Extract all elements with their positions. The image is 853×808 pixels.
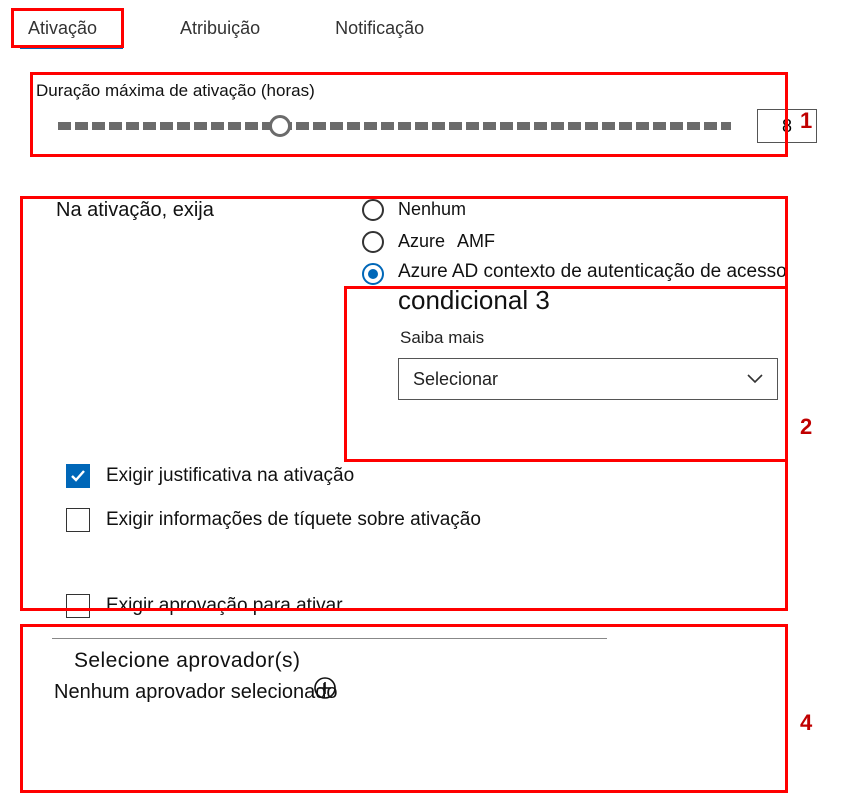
- duration-input[interactable]: [757, 109, 817, 143]
- activation-require-label: Na ativação, exija: [56, 197, 362, 408]
- select-placeholder: Selecionar: [413, 369, 498, 390]
- plus-icon[interactable]: [314, 677, 336, 699]
- tab-strip: Ativação Atribuição Notificação: [20, 10, 833, 47]
- checkbox-justification[interactable]: [66, 464, 90, 488]
- radio-item-aad[interactable]: Azure AD contexto de autenticação de ace…: [362, 261, 817, 400]
- approval-section: Exigir aprovação para ativar Selecione a…: [20, 582, 833, 716]
- checkbox-list: Exigir justificativa na ativação Exigir …: [66, 464, 817, 532]
- radio-label-aad-line1: Azure AD contexto de autenticação de ace…: [398, 261, 811, 283]
- checkbox-ticket[interactable]: [66, 508, 90, 532]
- check-icon: [70, 468, 86, 484]
- radio-item-none[interactable]: Nenhum: [362, 197, 817, 221]
- checkbox-label-justification: Exigir justificativa na ativação: [106, 465, 354, 487]
- radio-label-none: Nenhum: [398, 199, 466, 220]
- duration-section: Duração máxima de ativação (horas): [20, 71, 833, 161]
- radio-item-amf[interactable]: Azure AMF: [362, 229, 817, 253]
- activation-require-section: Na ativação, exija Nenhum Azure AMF Azur…: [20, 175, 833, 568]
- tab-assignment[interactable]: Atribuição: [168, 10, 278, 47]
- approver-none-row: Nenhum aprovador selecionado: [54, 681, 817, 704]
- radio-label-amf: Azure AMF: [398, 231, 495, 252]
- chevron-down-icon: [747, 374, 763, 384]
- checkbox-label-approval: Exigir aprovação para ativar: [106, 595, 343, 617]
- duration-slider[interactable]: [58, 114, 731, 138]
- radio-none[interactable]: [362, 199, 384, 221]
- slider-thumb[interactable]: [269, 115, 291, 137]
- tab-activation[interactable]: Ativação: [20, 10, 123, 47]
- duration-label: Duração máxima de ativação (horas): [36, 81, 817, 101]
- approver-title: Selecione aprovador(s): [74, 649, 817, 673]
- radio-amf[interactable]: [362, 231, 384, 253]
- learn-more-link[interactable]: Saiba mais: [400, 328, 811, 348]
- checkbox-row-ticket[interactable]: Exigir informações de tíquete sobre ativ…: [66, 508, 817, 532]
- checkbox-label-ticket: Exigir informações de tíquete sobre ativ…: [106, 509, 481, 531]
- checkbox-row-justification[interactable]: Exigir justificativa na ativação: [66, 464, 817, 488]
- radio-group: Nenhum Azure AMF Azure AD contexto de au…: [362, 197, 817, 408]
- approver-none-text: Nenhum aprovador selecionado: [54, 681, 338, 704]
- tab-notification[interactable]: Notificação: [323, 10, 442, 47]
- auth-context-select[interactable]: Selecionar: [398, 358, 778, 400]
- radio-label-aad-line2: condicional 3: [398, 285, 811, 316]
- checkbox-approval[interactable]: [66, 594, 90, 618]
- divider: [52, 638, 607, 639]
- radio-aad[interactable]: [362, 263, 384, 285]
